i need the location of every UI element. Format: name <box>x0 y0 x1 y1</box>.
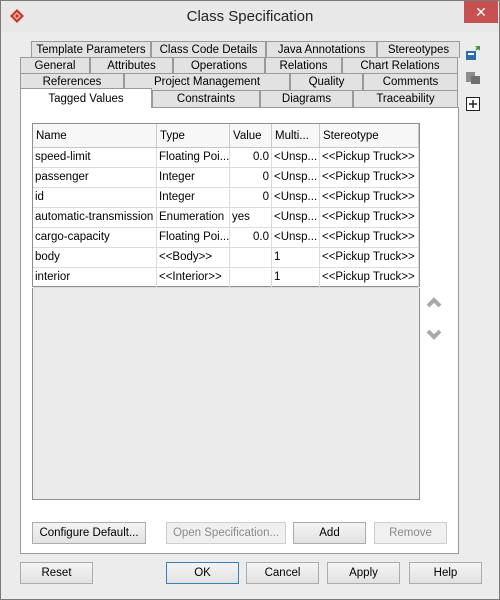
cell-multiplicity[interactable]: <Unsp... <box>272 188 320 208</box>
cell-value[interactable] <box>230 268 272 288</box>
tab-java-annotations[interactable]: Java Annotations <box>266 41 377 58</box>
table-row[interactable]: body <<Body>> 1 <<Pickup Truck>> <box>33 248 419 268</box>
cell-type[interactable]: Floating Poi... <box>157 228 230 248</box>
cell-name[interactable]: id <box>33 188 157 208</box>
tab-constraints[interactable]: Constraints <box>152 90 260 107</box>
configure-default-button[interactable]: Configure Default... <box>32 522 146 544</box>
expand-icon[interactable] <box>465 96 481 112</box>
cell-value[interactable] <box>230 248 272 268</box>
tab-strip: Template Parameters Class Code Details J… <box>20 41 460 108</box>
reset-button[interactable]: Reset <box>20 562 93 584</box>
column-header-stereotype[interactable]: Stereotype <box>320 124 419 148</box>
dialog-window: Class Specification ✕ Template Parameter… <box>0 0 500 600</box>
cell-value[interactable]: 0.0 <box>230 148 272 168</box>
tab-quality[interactable]: Quality <box>290 73 363 90</box>
cell-multiplicity[interactable]: 1 <box>272 248 320 268</box>
cell-multiplicity[interactable]: <Unsp... <box>272 148 320 168</box>
tab-comments[interactable]: Comments <box>363 73 458 90</box>
cell-multiplicity[interactable]: <Unsp... <box>272 228 320 248</box>
tab-diagrams[interactable]: Diagrams <box>260 90 353 107</box>
column-header-value[interactable]: Value <box>230 124 272 148</box>
cell-value[interactable]: yes <box>230 208 272 228</box>
tab-general[interactable]: General <box>20 57 90 74</box>
title-bar: Class Specification ✕ <box>1 1 499 32</box>
cell-stereotype[interactable]: <<Pickup Truck>> <box>320 188 419 208</box>
column-header-multiplicity[interactable]: Multi... <box>272 124 320 148</box>
tab-operations[interactable]: Operations <box>173 57 265 74</box>
remove-button[interactable]: Remove <box>374 522 447 544</box>
ok-button[interactable]: OK <box>166 562 239 584</box>
stereotype-edit-icon[interactable] <box>465 69 481 85</box>
cell-name[interactable]: interior <box>33 268 157 288</box>
tab-chart-relations[interactable]: Chart Relations <box>342 57 458 74</box>
add-button[interactable]: Add <box>293 522 366 544</box>
table-row[interactable]: passenger Integer 0 <Unsp... <<Pickup Tr… <box>33 168 419 188</box>
tab-traceability[interactable]: Traceability <box>353 90 458 107</box>
tab-relations[interactable]: Relations <box>265 57 342 74</box>
cell-name[interactable]: body <box>33 248 157 268</box>
cell-value[interactable]: 0 <box>230 168 272 188</box>
cell-type[interactable]: Enumeration <box>157 208 230 228</box>
table-header: Name Type Value Multi... Stereotype <box>33 124 419 148</box>
table-row[interactable]: speed-limit Floating Poi... 0.0 <Unsp...… <box>33 148 419 168</box>
apply-button[interactable]: Apply <box>327 562 400 584</box>
help-button[interactable]: Help <box>409 562 482 584</box>
cell-name[interactable]: cargo-capacity <box>33 228 157 248</box>
tab-stereotypes[interactable]: Stereotypes <box>377 41 460 58</box>
cell-type[interactable]: Floating Poi... <box>157 148 230 168</box>
cell-stereotype[interactable]: <<Pickup Truck>> <box>320 268 419 288</box>
cell-stereotype[interactable]: <<Pickup Truck>> <box>320 208 419 228</box>
cell-name[interactable]: speed-limit <box>33 148 157 168</box>
cell-type[interactable]: <<Interior>> <box>157 268 230 288</box>
app-logo-icon <box>10 9 24 23</box>
cell-type[interactable]: Integer <box>157 168 230 188</box>
column-header-name[interactable]: Name <box>33 124 157 148</box>
cell-stereotype[interactable]: <<Pickup Truck>> <box>320 248 419 268</box>
table-row[interactable]: automatic-transmission Enumeration yes <… <box>33 208 419 228</box>
cell-value[interactable]: 0.0 <box>230 228 272 248</box>
window-title: Class Specification <box>186 8 314 25</box>
close-icon: ✕ <box>475 3 487 20</box>
cell-stereotype[interactable]: <<Pickup Truck>> <box>320 228 419 248</box>
cell-multiplicity[interactable]: 1 <box>272 268 320 288</box>
cell-multiplicity[interactable]: <Unsp... <box>272 208 320 228</box>
cancel-button[interactable]: Cancel <box>246 562 319 584</box>
cell-type[interactable]: <<Body>> <box>157 248 230 268</box>
table-row[interactable]: cargo-capacity Floating Poi... 0.0 <Unsp… <box>33 228 419 248</box>
table-empty-area <box>32 288 420 500</box>
tab-tagged-values[interactable]: Tagged Values <box>20 88 152 108</box>
cell-name[interactable]: automatic-transmission <box>33 208 157 228</box>
close-button[interactable]: ✕ <box>464 1 498 23</box>
tab-attributes[interactable]: Attributes <box>90 57 173 74</box>
cell-type[interactable]: Integer <box>157 188 230 208</box>
open-specification-button[interactable]: Open Specification... <box>166 522 286 544</box>
cell-multiplicity[interactable]: <Unsp... <box>272 168 320 188</box>
cell-stereotype[interactable]: <<Pickup Truck>> <box>320 168 419 188</box>
cell-value[interactable]: 0 <box>230 188 272 208</box>
stereotype-add-icon[interactable] <box>465 45 481 61</box>
move-up-icon[interactable] <box>426 296 442 308</box>
move-down-icon[interactable] <box>426 329 442 341</box>
tab-class-code-details[interactable]: Class Code Details <box>151 41 266 58</box>
tab-template-parameters[interactable]: Template Parameters <box>31 41 151 58</box>
cell-name[interactable]: passenger <box>33 168 157 188</box>
table-row[interactable]: interior <<Interior>> 1 <<Pickup Truck>> <box>33 268 419 288</box>
column-header-type[interactable]: Type <box>157 124 230 148</box>
cell-stereotype[interactable]: <<Pickup Truck>> <box>320 148 419 168</box>
tagged-values-table: Name Type Value Multi... Stereotype spee… <box>32 123 420 288</box>
tagged-values-panel: Name Type Value Multi... Stereotype spee… <box>20 107 459 554</box>
table-row[interactable]: id Integer 0 <Unsp... <<Pickup Truck>> <box>33 188 419 208</box>
